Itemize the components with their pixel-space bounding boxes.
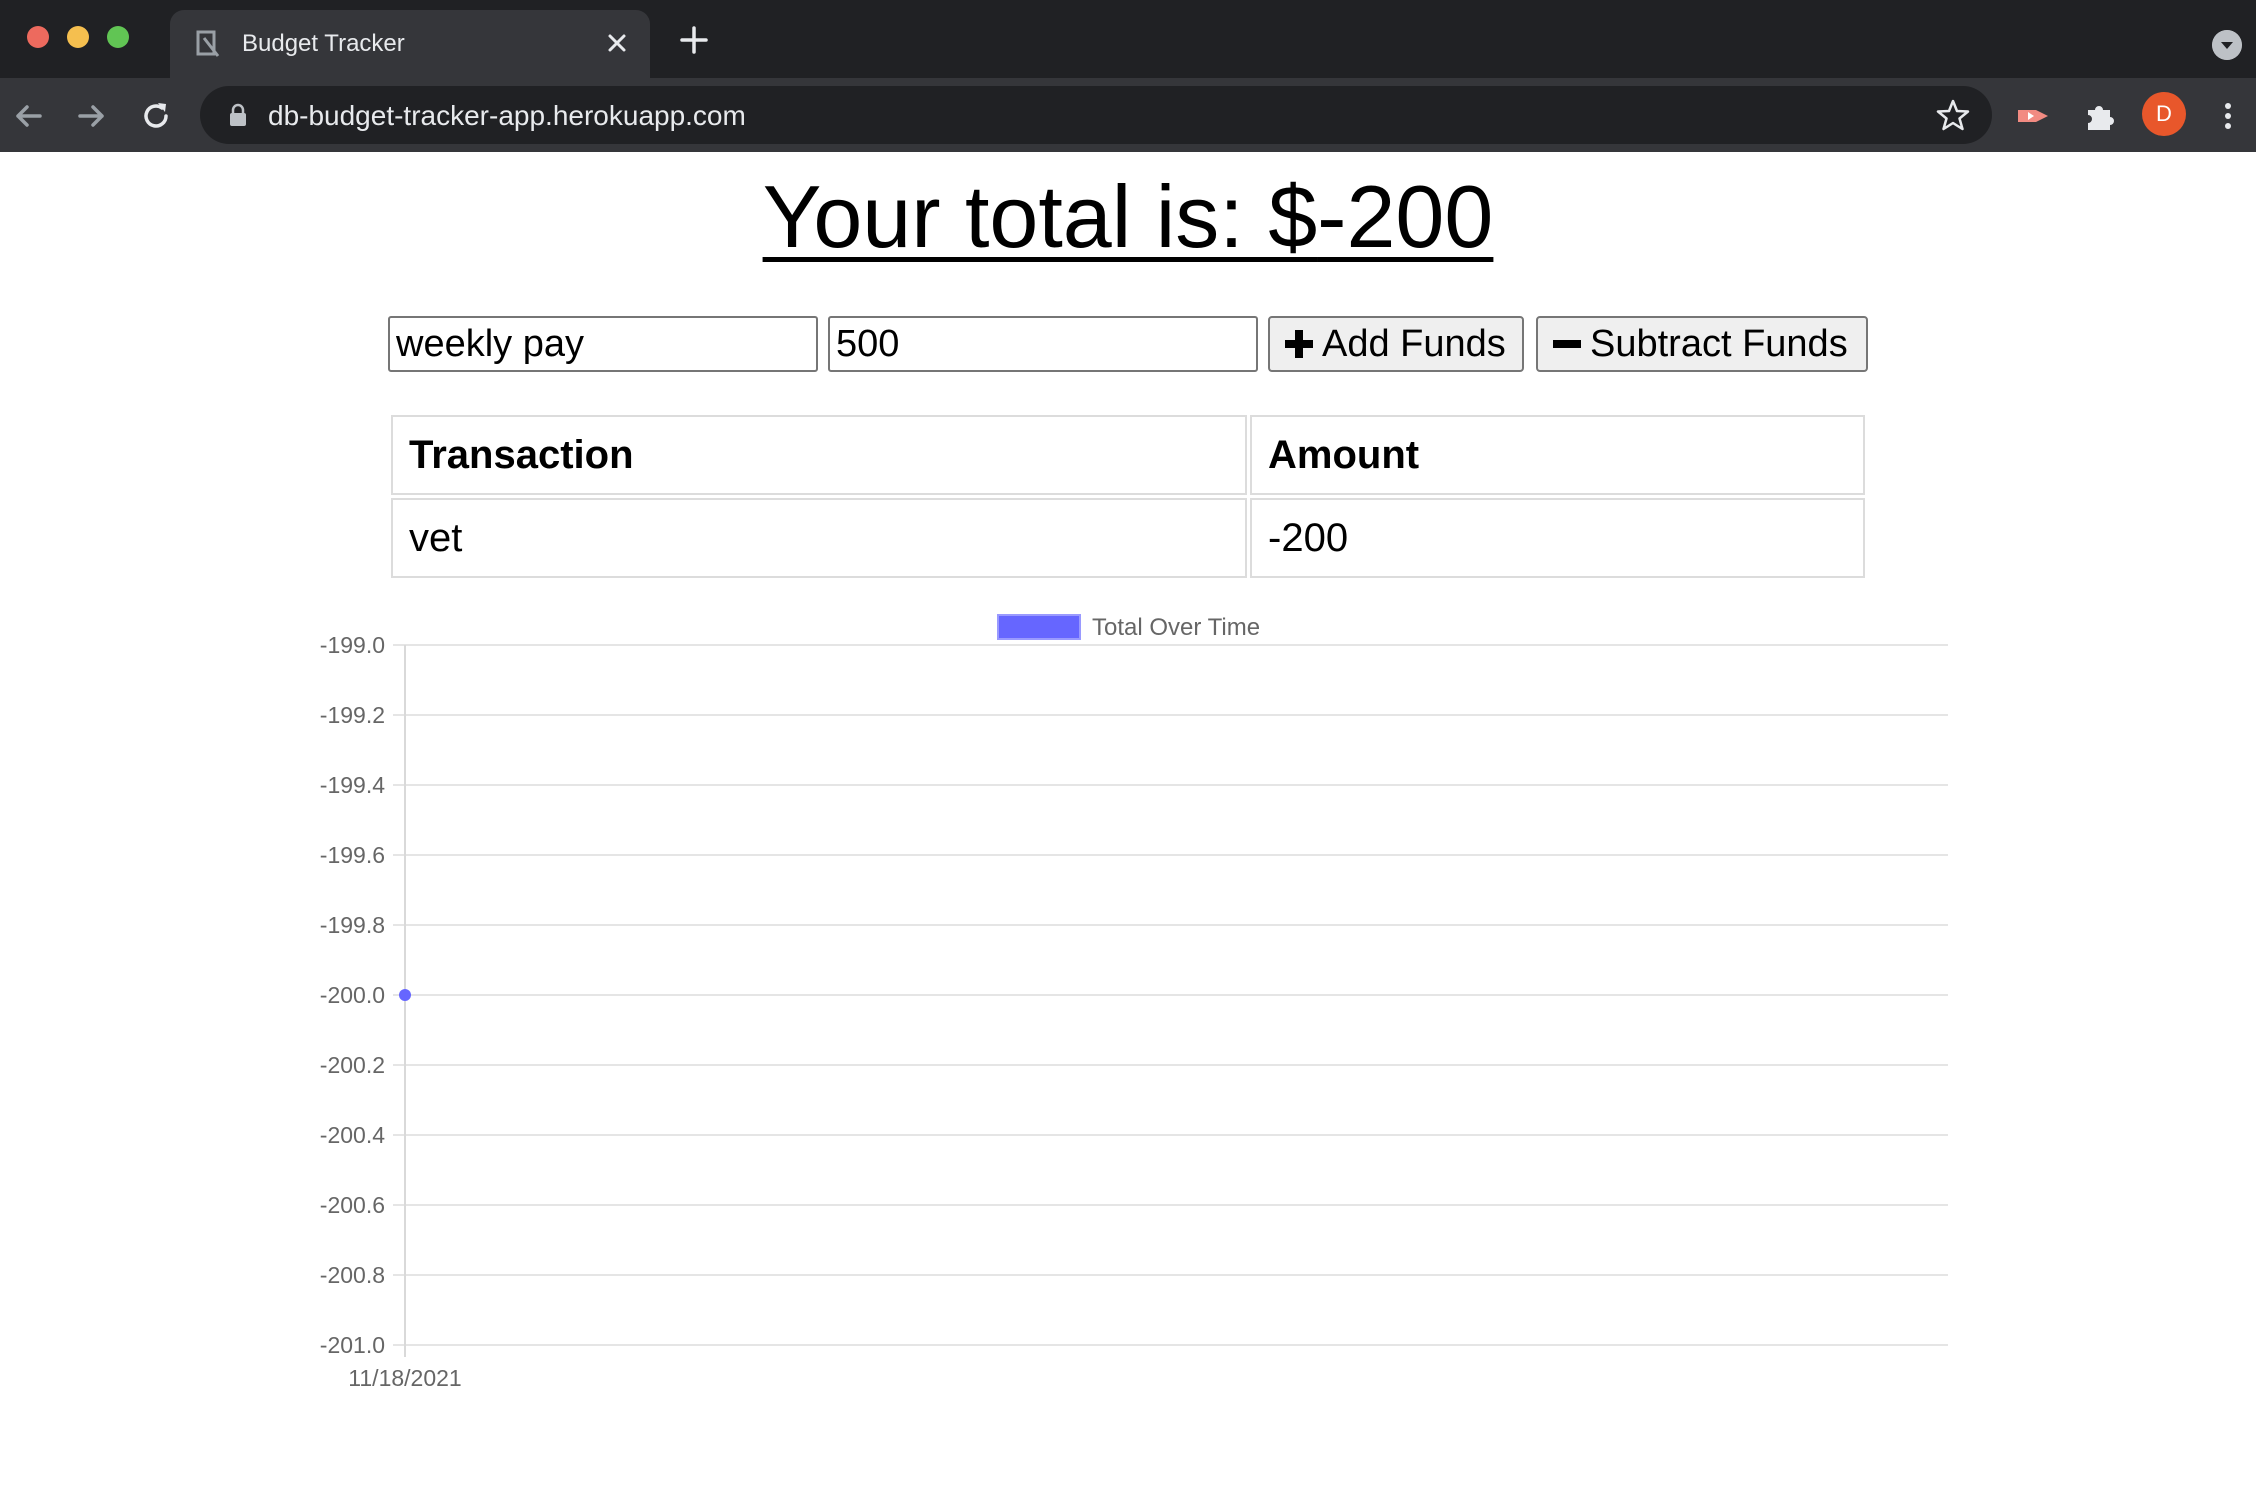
data-point	[399, 989, 411, 1001]
extension-icon[interactable]	[2014, 96, 2054, 136]
total-heading: Your total is: $-200	[0, 166, 2256, 268]
avatar[interactable]: D	[2142, 92, 2186, 136]
address-bar[interactable]: db-budget-tracker-app.herokuapp.com	[200, 86, 1992, 144]
add-funds-label: Add Funds	[1322, 322, 1506, 365]
close-window-button[interactable]	[27, 26, 49, 48]
legend-swatch	[997, 614, 1081, 640]
y-tick-label: -199.6	[320, 842, 385, 868]
forward-arrow-icon[interactable]	[74, 98, 110, 134]
subtract-funds-label: Subtract Funds	[1590, 322, 1848, 365]
back-arrow-icon[interactable]	[10, 98, 46, 134]
y-tick-label: -199.0	[320, 632, 385, 658]
total-label: Your total is: $	[762, 167, 1318, 266]
cell-amount: -200	[1250, 498, 1865, 578]
table-row: vet -200	[391, 498, 1865, 578]
plus-icon	[1285, 330, 1313, 358]
transaction-name-input[interactable]	[388, 316, 818, 372]
page-favicon-icon	[196, 30, 220, 57]
plus-icon[interactable]	[676, 22, 712, 58]
y-tick-label: -200.2	[320, 1052, 385, 1078]
minimize-window-button[interactable]	[67, 26, 89, 48]
star-icon[interactable]	[1936, 98, 1970, 132]
header-transaction: Transaction	[391, 415, 1247, 495]
close-icon[interactable]	[602, 28, 632, 58]
browser-tab[interactable]: Budget Tracker	[170, 10, 650, 78]
y-tick-label: -199.2	[320, 702, 385, 728]
kebab-menu-icon[interactable]	[2218, 98, 2238, 134]
y-tick-label: -201.0	[320, 1332, 385, 1358]
zoom-window-button[interactable]	[107, 26, 129, 48]
y-tick-label: -200.4	[320, 1122, 385, 1148]
reload-icon[interactable]	[138, 98, 174, 134]
page-content: Your total is: $-200 Add Funds Subtract …	[0, 152, 2256, 1482]
y-tick-label: -200.6	[320, 1192, 385, 1218]
transaction-form: Add Funds Subtract Funds	[388, 316, 1868, 372]
tab-title: Budget Tracker	[242, 30, 405, 57]
total-amount: -200	[1317, 167, 1494, 266]
subtract-funds-button[interactable]: Subtract Funds	[1536, 316, 1868, 372]
y-tick-label: -199.4	[320, 772, 385, 798]
cell-transaction: vet	[391, 498, 1247, 578]
header-amount: Amount	[1250, 415, 1865, 495]
tab-search-icon[interactable]	[2212, 30, 2242, 60]
puzzle-icon[interactable]	[2080, 96, 2120, 136]
y-tick-label: -200.0	[320, 982, 385, 1008]
x-tick-label: 11/18/2021	[348, 1365, 461, 1391]
chart-svg: Total Over Time -199.0 -199.2 -199.4 -199.6 -…	[320, 614, 1948, 1391]
browser-toolbar: db-budget-tracker-app.herokuapp.com D	[0, 78, 2256, 152]
total-over-time-chart: Total Over Time -199.0 -199.2 -199.4 -199.6 -…	[0, 582, 2256, 1482]
transactions-table: Transaction Amount vet -200	[388, 412, 1868, 581]
minus-icon	[1553, 340, 1581, 348]
transaction-amount-input[interactable]	[828, 316, 1258, 372]
y-tick-label: -200.8	[320, 1262, 385, 1288]
browser-tab-bar: Budget Tracker	[0, 0, 2256, 78]
y-tick-label: -199.8	[320, 912, 385, 938]
url-text[interactable]: db-budget-tracker-app.herokuapp.com	[268, 100, 746, 132]
legend-label: Total Over Time	[1092, 614, 1260, 641]
table-header-row: Transaction Amount	[391, 415, 1865, 495]
add-funds-button[interactable]: Add Funds	[1268, 316, 1524, 372]
lock-icon[interactable]	[228, 103, 248, 127]
